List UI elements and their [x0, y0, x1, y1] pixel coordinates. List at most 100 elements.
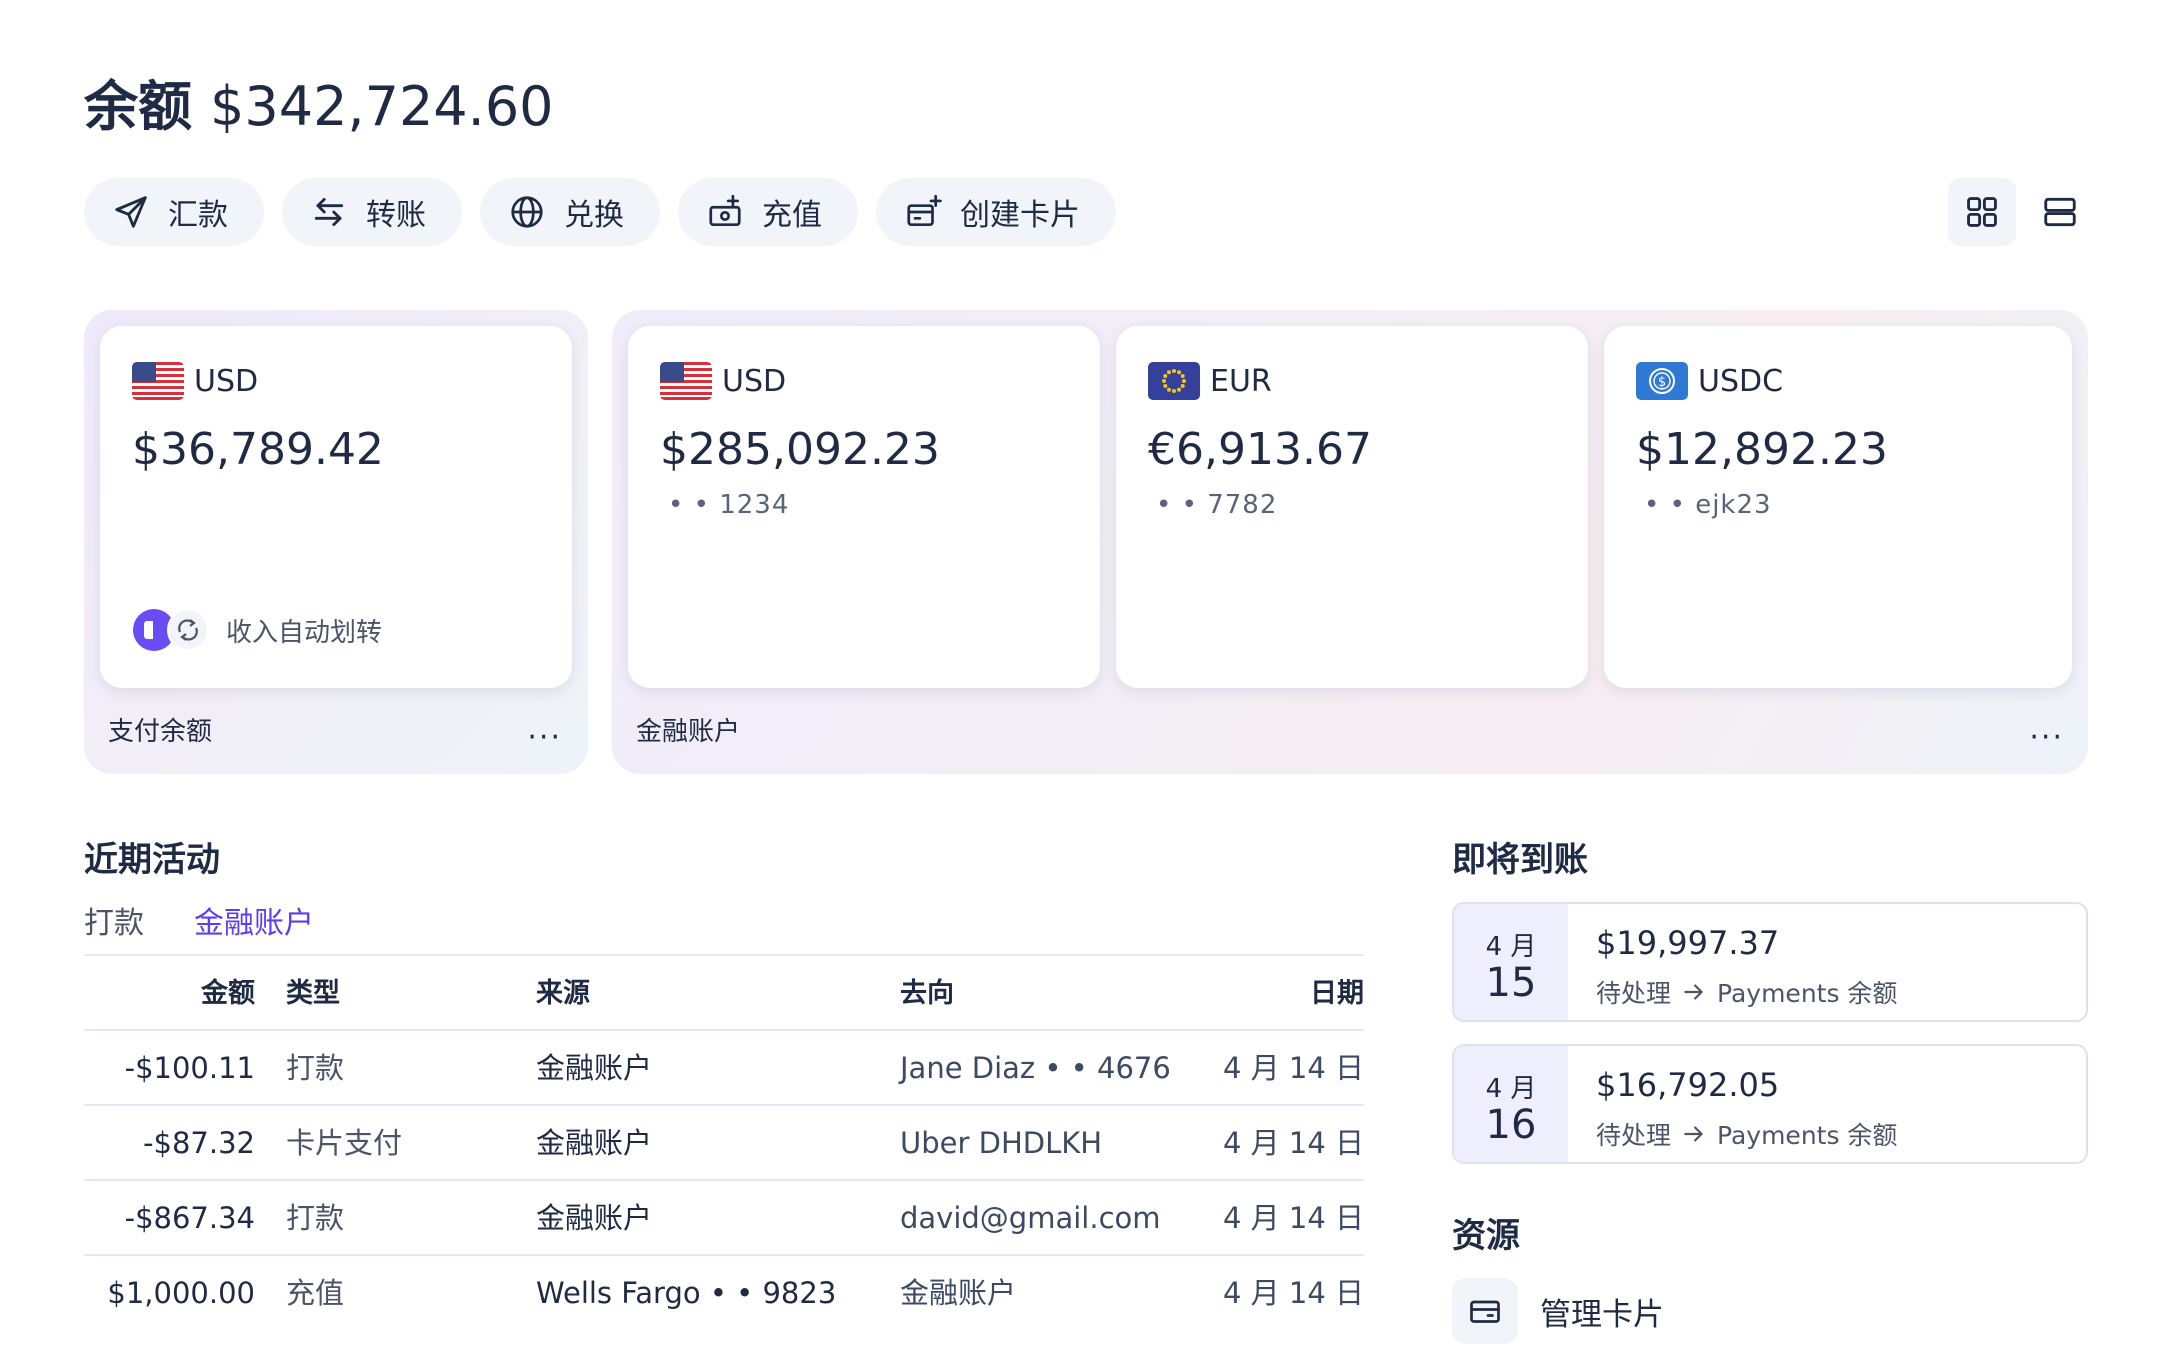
- financial-usd-card[interactable]: USD $285,092.23 • • 1234: [628, 326, 1100, 688]
- financial-eur-card[interactable]: EUR €6,913.67 • • 7782: [1116, 326, 1588, 688]
- column-header-type: 类型: [286, 978, 340, 1009]
- grid-view-button[interactable]: [1948, 178, 2016, 246]
- row-amount: -$867.34: [124, 1201, 255, 1235]
- date-month: 4 月: [1485, 1074, 1537, 1104]
- date-badge: 4 月 16: [1454, 1046, 1568, 1162]
- financial-accounts-group: USD $285,092.23 • • 1234 EUR €6,913.67 •…: [612, 310, 2088, 774]
- upcoming-item[interactable]: 4 月 15 $19,997.37 待处理 Payments 余额: [1452, 902, 2088, 1022]
- manage-cards-label: 管理卡片: [1540, 1296, 1664, 1333]
- top-up-label: 充值: [762, 198, 822, 233]
- date-day: 16: [1485, 1102, 1537, 1148]
- eu-flag-icon: [1148, 362, 1200, 400]
- row-amount: -$87.32: [143, 1126, 255, 1160]
- view-toggle: [1948, 178, 2094, 246]
- row-amount: -$100.11: [124, 1051, 255, 1085]
- row-type: 卡片支付: [286, 1126, 403, 1160]
- auto-transfer-row[interactable]: 收入自动划转: [132, 608, 382, 652]
- row-source: 金融账户: [536, 1051, 653, 1085]
- row-destination: 金融账户: [900, 1276, 1017, 1310]
- total-balance: $342,724.60: [210, 75, 554, 138]
- balance-header: 余额 $342,724.60: [84, 62, 554, 138]
- card-balance: $36,789.42: [132, 424, 384, 475]
- arrow-right-icon: [1684, 984, 1703, 1000]
- upcoming-amount: $16,792.05: [1596, 1066, 1780, 1104]
- column-header-source: 来源: [536, 978, 590, 1009]
- globe-icon: [511, 196, 543, 228]
- send-button[interactable]: 汇款: [84, 178, 264, 246]
- table-row[interactable]: -$867.34 打款 金融账户 david@gmail.com 4 月 14 …: [84, 1179, 1364, 1254]
- create-card-icon: [907, 194, 942, 227]
- payments-usd-card[interactable]: USD $36,789.42 收入自动划转: [100, 326, 572, 688]
- transfer-button[interactable]: 转账: [282, 178, 462, 246]
- transfer-arrows-icon: [314, 197, 344, 227]
- currency-label: USD: [194, 363, 259, 399]
- transfer-label: 转账: [366, 198, 426, 233]
- resources-title: 资源: [1452, 1216, 1520, 1256]
- tab-financial-account[interactable]: 金融账户: [194, 898, 314, 942]
- grid-view-icon: [1967, 197, 1997, 227]
- recent-activity-title: 近期活动: [84, 840, 220, 880]
- list-view-button[interactable]: [2026, 178, 2094, 246]
- row-date: 4 月 14 日: [1222, 1126, 1364, 1160]
- date-badge: 4 月 15: [1454, 904, 1568, 1020]
- currency-label: USDC: [1698, 363, 1784, 399]
- currency-label: USD: [722, 363, 787, 399]
- column-header-amount: 金额: [201, 978, 255, 1009]
- upcoming-title: 即将到账: [1452, 840, 1588, 880]
- row-type: 打款: [286, 1051, 345, 1085]
- column-header-destination: 去向: [900, 978, 954, 1009]
- account-number: • • ejk23: [1644, 490, 1772, 520]
- card-balance: $285,092.23: [660, 424, 940, 475]
- row-destination: david@gmail.com: [900, 1201, 1161, 1235]
- send-icon: [115, 196, 147, 228]
- action-bar: 汇款 转账 兑换 充值 创建卡片: [84, 178, 1116, 246]
- date-day: 15: [1485, 960, 1537, 1006]
- row-destination: Uber DHDLKH: [900, 1126, 1103, 1160]
- upcoming-item[interactable]: 4 月 16 $16,792.05 待处理 Payments 余额: [1452, 1044, 2088, 1164]
- row-type: 充值: [286, 1276, 345, 1310]
- page-title: 余额: [84, 75, 192, 138]
- financial-more-button[interactable]: ···: [2029, 723, 2064, 753]
- create-card-button[interactable]: 创建卡片: [876, 178, 1116, 246]
- account-number: • • 1234: [668, 490, 790, 520]
- table-row[interactable]: -$100.11 打款 金融账户 Jane Diaz • • 4676 4 月 …: [84, 1029, 1364, 1104]
- tab-payouts[interactable]: 打款: [84, 898, 144, 942]
- currency-label: EUR: [1210, 363, 1272, 399]
- upcoming-amount: $19,997.37: [1596, 924, 1780, 962]
- svg-text:$: $: [1658, 375, 1666, 390]
- row-date: 4 月 14 日: [1222, 1051, 1364, 1085]
- top-up-button[interactable]: 充值: [678, 178, 858, 246]
- create-card-label: 创建卡片: [960, 198, 1080, 233]
- row-source: 金融账户: [536, 1126, 653, 1160]
- financial-group-label: 金融账户: [636, 717, 741, 747]
- row-amount: $1,000.00: [107, 1276, 255, 1310]
- manage-cards-link[interactable]: 管理卡片: [1452, 1278, 1664, 1344]
- table-header: 金额 类型 来源 去向 日期: [84, 954, 1364, 1029]
- account-number: • • 7782: [1156, 490, 1278, 520]
- arrow-right-icon: [1684, 1126, 1703, 1142]
- row-destination: Jane Diaz • • 4676: [900, 1051, 1171, 1085]
- upcoming-status: 待处理: [1596, 1121, 1672, 1150]
- sync-icon: [167, 609, 209, 651]
- upcoming-status: 待处理: [1596, 979, 1672, 1008]
- payments-balance-group: USD $36,789.42 收入自动划转 支付余额 ···: [84, 310, 588, 774]
- upcoming-target: Payments 余额: [1717, 979, 1898, 1008]
- table-row[interactable]: $1,000.00 充值 Wells Fargo • • 9823 金融账户 4…: [84, 1254, 1364, 1329]
- table-row[interactable]: -$87.32 卡片支付 金融账户 Uber DHDLKH 4 月 14 日: [84, 1104, 1364, 1179]
- row-date: 4 月 14 日: [1222, 1276, 1364, 1310]
- card-balance: $12,892.23: [1636, 424, 1888, 475]
- exchange-button[interactable]: 兑换: [480, 178, 660, 246]
- top-up-icon: [709, 194, 741, 227]
- activity-table: 金额 类型 来源 去向 日期 -$100.11 打款 金融账户 Jane Dia…: [84, 954, 1364, 1329]
- auto-transfer-label: 收入自动划转: [226, 617, 383, 648]
- financial-usdc-card[interactable]: $ USDC $12,892.23 • • ejk23: [1604, 326, 2072, 688]
- us-flag-icon: [132, 362, 184, 400]
- upcoming-target: Payments 余额: [1717, 1121, 1898, 1150]
- payments-group-label: 支付余额: [108, 717, 213, 747]
- send-label: 汇款: [168, 198, 228, 233]
- us-flag-icon: [660, 362, 712, 400]
- row-date: 4 月 14 日: [1222, 1201, 1364, 1235]
- exchange-label: 兑换: [564, 198, 624, 233]
- date-month: 4 月: [1485, 932, 1537, 962]
- payments-more-button[interactable]: ···: [527, 723, 562, 753]
